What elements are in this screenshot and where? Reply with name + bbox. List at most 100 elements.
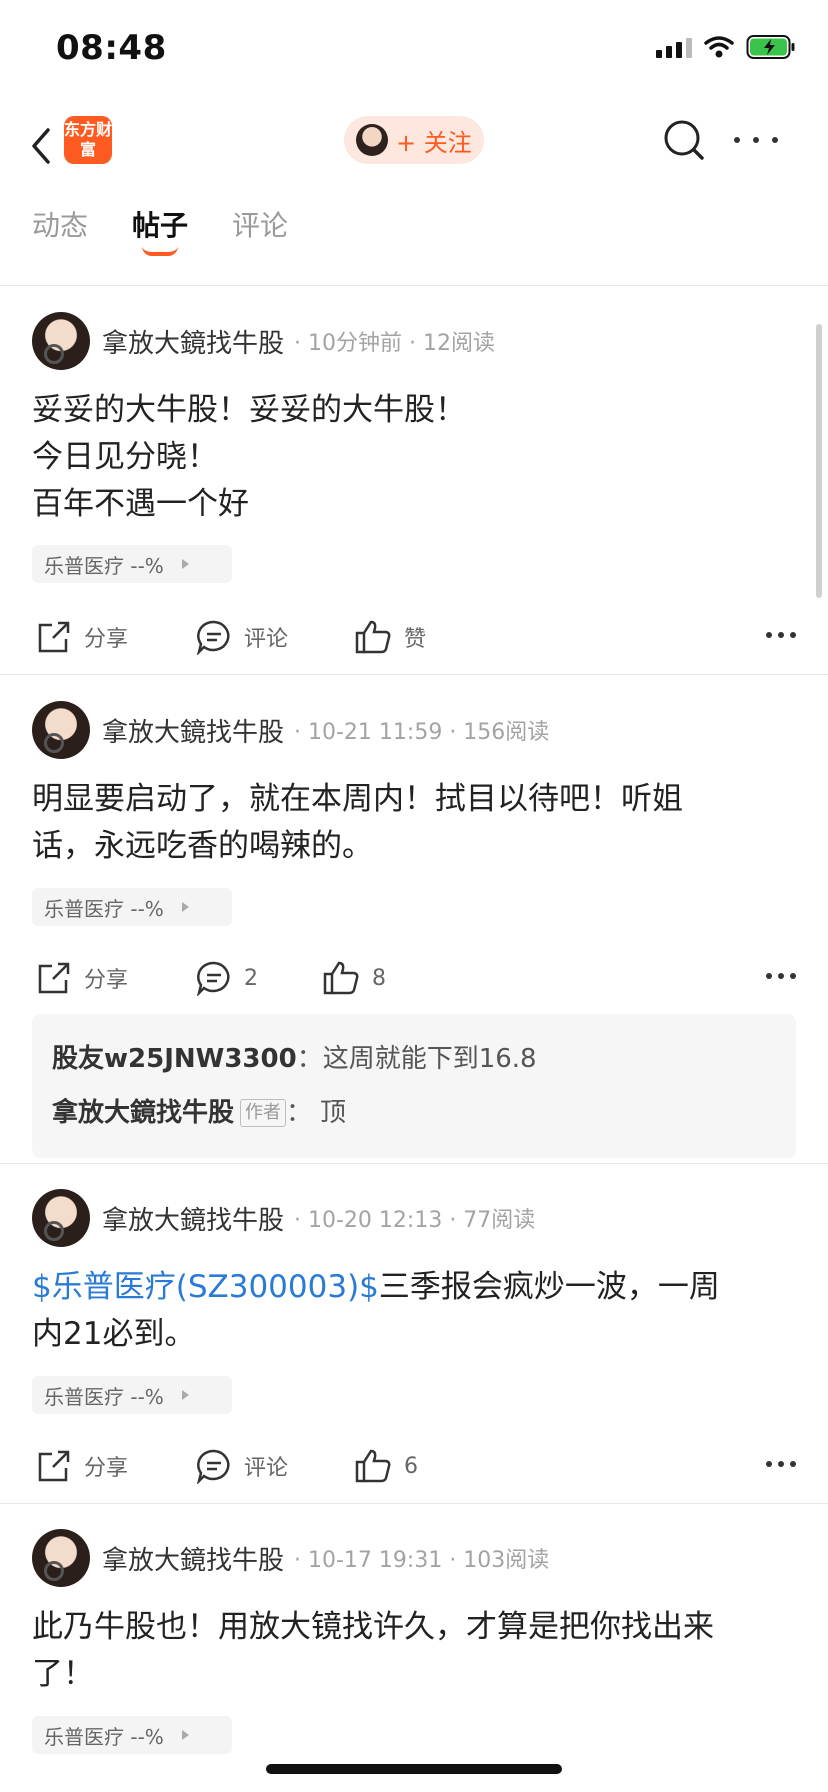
stock-tag-label: 乐普医疗 --% [44,896,164,921]
author-badge: 作者 [240,1099,287,1127]
caret-right-icon [181,1730,189,1740]
avatar[interactable] [32,312,90,370]
post-text: 三季报会疯炒一波，一周 [378,1269,720,1305]
author-name[interactable]: 拿放大鏡找牛股 [102,712,284,749]
post-content[interactable]: 明显要启动了，就在本周内！拭目以待吧！听姐 话，永远吃香的喝辣的。 [32,776,792,870]
stock-tag-label: 乐普医疗 --% [44,1724,164,1749]
status-time: 08:48 [56,28,167,68]
avatar[interactable] [32,1529,90,1587]
comment-label: 评论 [244,627,289,652]
like-label: 赞 [404,627,427,652]
share-button[interactable]: 分享 [36,954,128,1002]
post-content[interactable]: 此乃牛股也！用放大镜找许久，才算是把你找出来 了！ [32,1604,792,1698]
like-button[interactable]: 赞 [354,613,426,661]
wifi-icon [704,36,734,58]
post-meta: · 10-21 11:59 · 156阅读 [294,720,550,745]
more-options-icon[interactable] [766,631,796,639]
stock-tag[interactable]: 乐普医疗 --% [32,888,232,926]
post-meta: · 10分钟前 · 12阅读 [294,331,495,356]
avatar[interactable] [32,701,90,759]
stock-tag[interactable]: 乐普医疗 --% [32,1376,232,1414]
comment-author[interactable]: 股友w25JNW3300 [52,1032,297,1086]
post-actions: 分享 评论 6 [0,1442,828,1490]
tab-active-indicator [142,246,178,256]
comment-text: 这周就能下到16.8 [322,1044,537,1074]
post-actions: 分享 2 8 [0,954,828,1002]
post-header: 拿放大鏡找牛股 · 10-21 11:59 · 156阅读 [32,700,549,760]
post-line: 话，永远吃香的喝辣的。 [32,828,373,864]
tab-posts[interactable]: 帖子 [132,204,188,244]
post-header: 拿放大鏡找牛股 · 10分钟前 · 12阅读 [32,311,495,371]
comment-button[interactable]: 评论 [196,613,288,661]
comment-icon [196,961,230,996]
back-arrow-icon[interactable] [24,122,64,170]
comment-count: 2 [244,965,258,991]
author-name[interactable]: 拿放大鏡找牛股 [102,323,284,360]
post-card[interactable]: 拿放大鏡找牛股 · 10-17 19:31 · 103阅读 此乃牛股也！用放大镜… [0,1504,828,1792]
caret-right-icon [181,559,189,569]
author-name[interactable]: 拿放大鏡找牛股 [102,1200,284,1237]
search-icon[interactable] [662,116,706,164]
tab-comments[interactable]: 评论 [232,204,288,244]
thumbs-up-icon [323,961,359,995]
avatar[interactable] [32,1189,90,1247]
post-meta: · 10-17 19:31 · 103阅读 [294,1548,550,1573]
post-line: 内21必到。 [32,1316,196,1352]
like-count: 8 [372,965,386,991]
stock-tag[interactable]: 乐普医疗 --% [32,1716,232,1754]
avatar [356,124,388,156]
caret-right-icon [181,902,189,912]
nav-bar: 东方财富 + 关注 [0,100,828,196]
comment-label: 评论 [244,1456,289,1481]
post-header: 拿放大鏡找牛股 · 10-17 19:31 · 103阅读 [32,1528,549,1588]
post-content[interactable]: 妥妥的大牛股！妥妥的大牛股！ 今日见分晓！ 百年不遇一个好 [32,387,792,528]
post-line: 明显要启动了，就在本周内！拭目以待吧！听姐 [32,781,683,817]
share-label: 分享 [84,968,129,993]
post-card[interactable]: 拿放大鏡找牛股 · 10-21 11:59 · 156阅读 明显要启动了，就在本… [0,676,828,1164]
post-card[interactable]: 拿放大鏡找牛股 · 10-20 12:13 · 77阅读 $乐普医疗(SZ300… [0,1164,828,1504]
thumbs-up-icon [355,1449,391,1483]
comment-item: 拿放大鏡找牛股 作者 ： 顶 [52,1086,776,1140]
stock-tag[interactable]: 乐普医疗 --% [32,545,232,583]
like-button[interactable]: 6 [354,1442,418,1490]
cellular-signal-icon [656,36,692,58]
thumbs-up-icon [355,620,391,654]
more-options-icon[interactable] [734,120,778,160]
share-icon [38,621,70,653]
tab-activity[interactable]: 动态 [32,204,88,244]
like-count: 6 [404,1453,418,1479]
comment-button[interactable]: 2 [196,954,258,1002]
stock-link[interactable]: $乐普医疗(SZ300003)$ [32,1269,379,1305]
post-line: 了！ [32,1656,94,1692]
share-icon [38,1450,70,1482]
more-options-icon[interactable] [766,1460,796,1468]
like-button[interactable]: 8 [322,954,386,1002]
follow-button[interactable]: + 关注 [344,116,484,164]
post-header: 拿放大鏡找牛股 · 10-20 12:13 · 77阅读 [32,1188,535,1248]
post-line: 百年不遇一个好 [32,486,249,522]
post-line: 今日见分晓！ [32,439,218,475]
stock-tag-label: 乐普医疗 --% [44,1384,164,1409]
comment-separator: ： [286,1098,313,1128]
stock-tag-label: 乐普医疗 --% [44,553,164,578]
status-icons [656,34,796,60]
more-options-icon[interactable] [766,972,796,980]
tab-bar: 动态 帖子 评论 [0,196,828,286]
comment-button[interactable]: 评论 [196,1442,288,1490]
share-button[interactable]: 分享 [36,613,128,661]
home-indicator[interactable] [266,1764,562,1774]
caret-right-icon [181,1390,189,1400]
comment-separator: ： [296,1044,323,1074]
share-label: 分享 [84,1456,129,1481]
comment-icon [196,620,230,655]
post-content[interactable]: $乐普医疗(SZ300003)$三季报会疯炒一波，一周 内21必到。 [32,1264,792,1358]
post-card[interactable]: 拿放大鏡找牛股 · 10分钟前 · 12阅读 妥妥的大牛股！妥妥的大牛股！ 今日… [0,287,828,675]
author-name[interactable]: 拿放大鏡找牛股 [102,1540,284,1577]
comment-author[interactable]: 拿放大鏡找牛股 [52,1086,234,1140]
comment-text: 顶 [320,1098,347,1128]
share-button[interactable]: 分享 [36,1442,128,1490]
comment-preview[interactable]: 股友w25JNW3300 ： 这周就能下到16.8 拿放大鏡找牛股 作者 ： 顶 [32,1014,796,1158]
battery-icon [746,35,795,59]
post-line: 妥妥的大牛股！妥妥的大牛股！ [32,392,466,428]
app-logo[interactable]: 东方财富 [64,116,112,164]
